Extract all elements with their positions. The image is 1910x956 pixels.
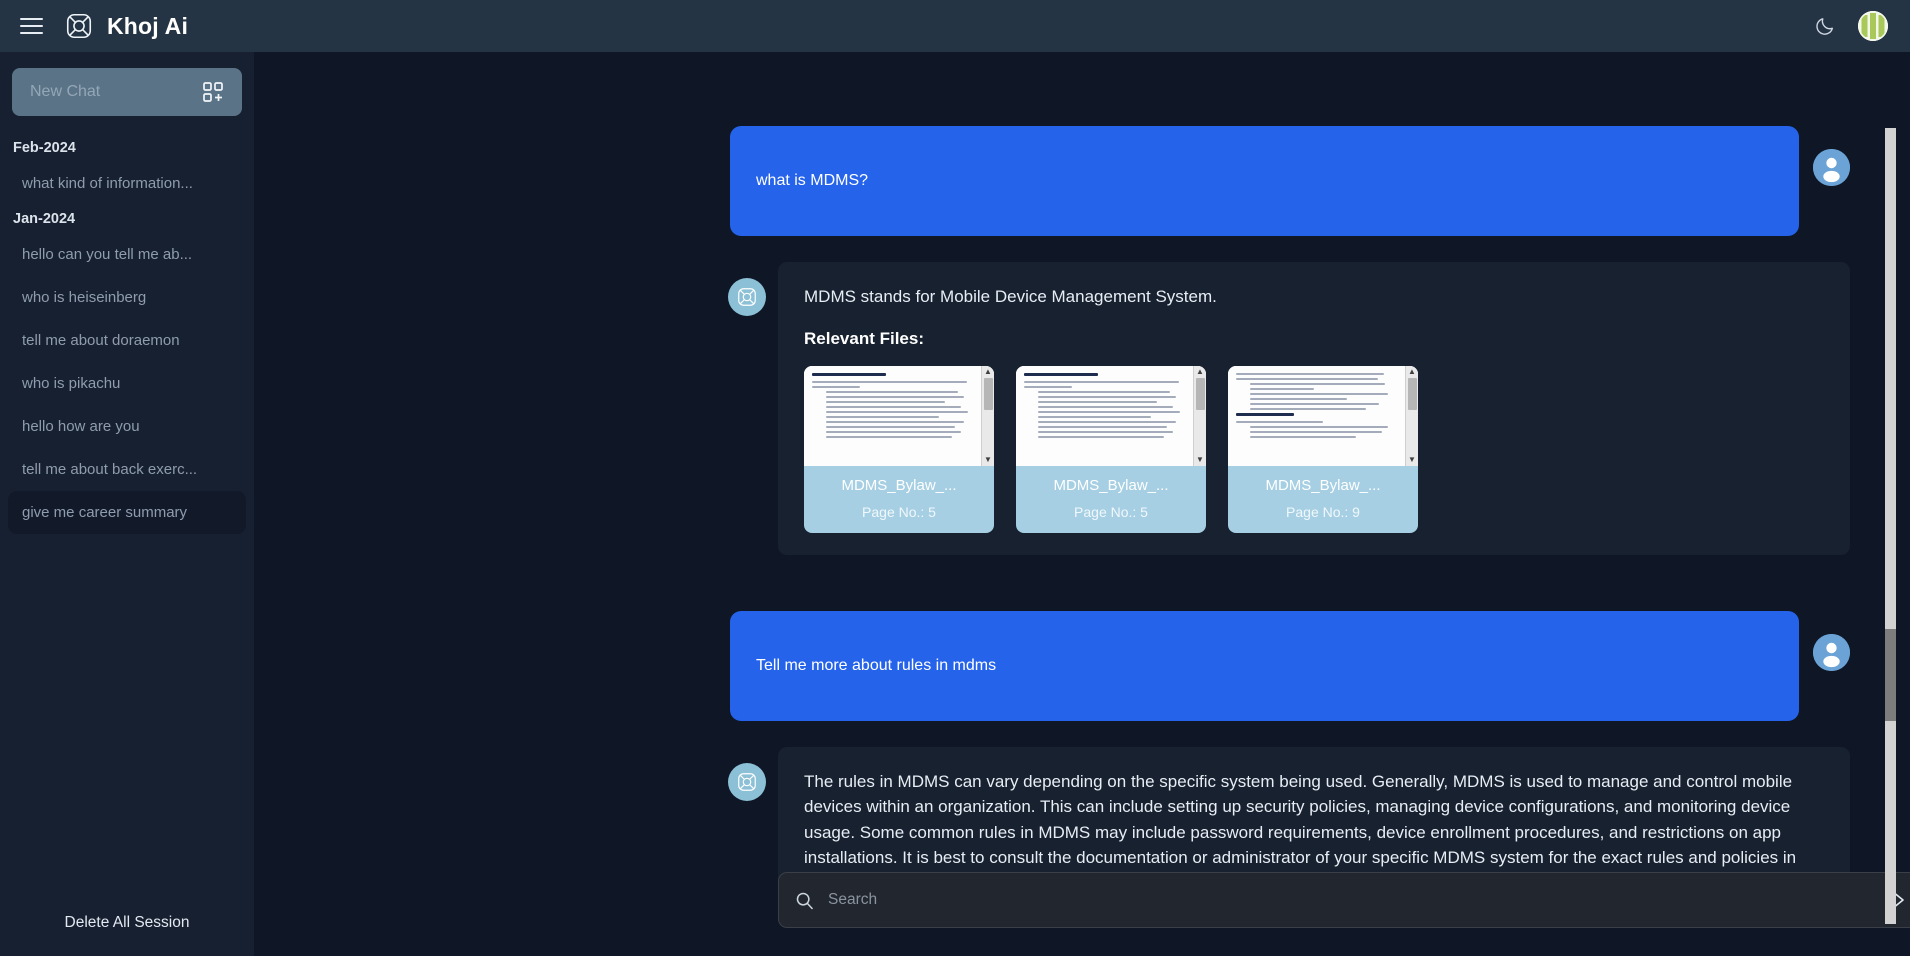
app-title: Khoj Ai [107,12,189,39]
sidebar-item-chat[interactable]: what kind of information... [8,162,246,205]
scroll-thumb[interactable] [1195,378,1205,411]
file-name: MDMS_Bylaw_... [841,477,957,495]
sidebar-item-chat[interactable]: hello how are you [8,405,246,448]
top-bar: Khoj Ai [0,0,1910,52]
delete-all-sessions-button[interactable]: Delete All Session [65,914,190,932]
file-preview-thumbnail: ▲ ▼ [1016,366,1206,467]
search-input[interactable] [828,891,1871,909]
file-page-number: Page No.: 5 [862,504,936,521]
user-message-text: Tell me more about rules in mdms [756,657,997,675]
document-page-image [1016,366,1193,467]
file-card[interactable]: ▲ ▼ MDMS_Bylaw_... Page No.: 5 [804,366,994,534]
assistant-avatar-icon [728,762,766,801]
file-card-meta: MDMS_Bylaw_... Page No.: 5 [804,466,994,533]
file-preview-thumbnail: ▲ ▼ [1228,366,1418,467]
new-chat-button[interactable]: New Chat [12,68,242,116]
hamburger-menu-icon[interactable] [14,9,48,43]
topbar-actions [1814,11,1888,41]
search-icon [795,891,814,910]
file-card-meta: MDMS_Bylaw_... Page No.: 5 [1016,466,1206,533]
sidebar-item-chat[interactable]: hello can you tell me ab... [8,233,246,276]
composer [778,872,1910,928]
add-grid-icon [202,81,224,103]
user-avatar-icon [1813,634,1850,672]
sidebar-item-chat[interactable]: who is pikachu [8,362,246,405]
app-root: Khoj Ai New Chat Feb-2024 what kind of i… [0,0,1910,956]
assistant-message-bubble: MDMS stands for Mobile Device Management… [778,261,1850,556]
file-preview-thumbnail: ▲ ▼ [804,366,994,467]
scroll-up-arrow-icon[interactable]: ▲ [1196,368,1204,376]
khoj-logo-icon [64,11,94,41]
conversation-list: what is MDMS? MDMS stands for Mobile Dev… [254,52,1872,956]
preview-scrollbar[interactable]: ▲ ▼ [1405,366,1418,467]
sidebar-chat-list: hello can you tell me ab... who is heise… [8,233,246,534]
file-card[interactable]: ▲ ▼ MDMS_Bylaw_... Page No.: 5 [1016,366,1206,534]
file-page-number: Page No.: 9 [1286,504,1360,521]
sidebar-item-chat[interactable]: tell me about doraemon [8,319,246,362]
search-bar[interactable] [778,872,1910,928]
user-avatar-icon [1813,149,1850,186]
sidebar-chat-list: what kind of information... [8,162,246,205]
sidebar: New Chat Feb-2024 what kind of informati… [0,52,260,956]
document-page-image [804,366,981,467]
sidebar-item-chat[interactable]: who is heiseinberg [8,276,246,319]
brand: Khoj Ai [64,11,188,41]
message-user: Tell me more about rules in mdms [254,611,1872,721]
sidebar-item-chat-active[interactable]: give me career summary [8,491,246,534]
body: New Chat Feb-2024 what kind of informati… [0,52,1910,956]
relevant-files-label: Relevant Files: [804,329,924,349]
main-scrollbar-track[interactable] [1885,128,1896,924]
file-card[interactable]: ▲ ▼ MDMS_Bylaw_... Page No.: 9 [1228,366,1418,534]
scroll-thumb[interactable] [983,378,993,411]
scroll-down-arrow-icon[interactable]: ▼ [984,456,992,464]
user-message-bubble: what is MDMS? [730,126,1799,236]
assistant-avatar-icon [728,277,766,316]
user-avatar[interactable] [1858,11,1888,41]
main-panel: what is MDMS? MDMS stands for Mobile Dev… [254,52,1910,956]
file-name: MDMS_Bylaw_... [1265,477,1381,495]
message-assistant: MDMS stands for Mobile Device Management… [254,261,1872,556]
moon-icon[interactable] [1814,15,1836,37]
relevant-files-list: ▲ ▼ MDMS_Bylaw_... Page No.: 5 ▲ ▼ MDMS_… [804,366,1822,534]
user-message-bubble: Tell me more about rules in mdms [730,611,1799,721]
main-scrollbar-thumb[interactable] [1885,629,1896,721]
sidebar-footer: Delete All Session [8,892,246,956]
scroll-up-arrow-icon[interactable]: ▲ [984,368,992,376]
scroll-down-arrow-icon[interactable]: ▼ [1408,456,1416,464]
file-name: MDMS_Bylaw_... [1053,477,1169,495]
file-page-number: Page No.: 5 [1074,504,1148,521]
assistant-message-text: MDMS stands for Mobile Device Management… [804,286,1217,306]
scroll-down-arrow-icon[interactable]: ▼ [1196,456,1204,464]
file-card-meta: MDMS_Bylaw_... Page No.: 9 [1228,466,1418,533]
scroll-up-arrow-icon[interactable]: ▲ [1408,368,1416,376]
scroll-thumb[interactable] [1407,378,1417,411]
document-page-image [1228,366,1405,467]
sidebar-group-label: Feb-2024 [13,140,76,156]
sidebar-item-chat[interactable]: tell me about back exerc... [8,448,246,491]
sidebar-group-label: Jan-2024 [13,211,76,227]
message-user: what is MDMS? [254,126,1872,236]
user-message-text: what is MDMS? [756,172,869,189]
preview-scrollbar[interactable]: ▲ ▼ [981,366,994,467]
new-chat-label: New Chat [30,83,101,100]
preview-scrollbar[interactable]: ▲ ▼ [1193,366,1206,467]
